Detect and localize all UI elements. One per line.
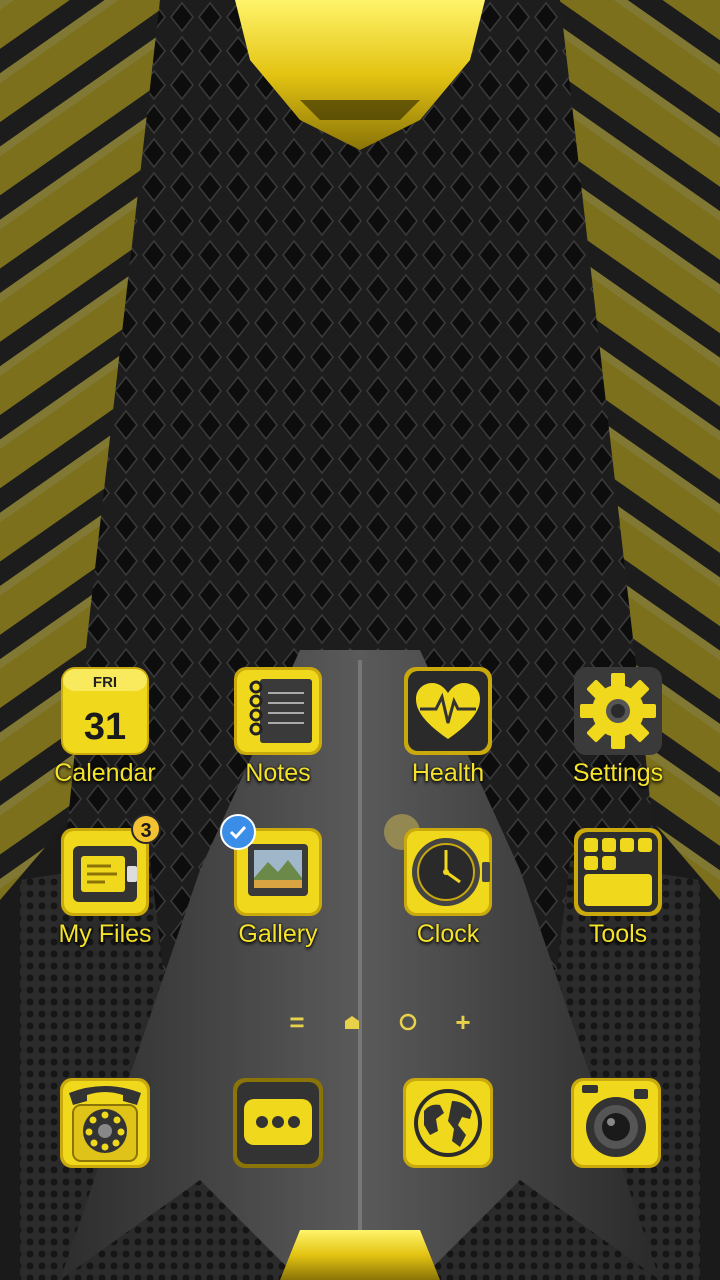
app-tools[interactable]: Tools (533, 826, 703, 976)
calendar-icon: FRI 31 (59, 665, 151, 757)
app-label-tools: Tools (588, 920, 648, 948)
dock-browser[interactable] (400, 1075, 496, 1171)
app-label-calendar: Calendar (54, 759, 156, 787)
calendar-day-number: 31 (84, 706, 126, 748)
dock-phone[interactable] (57, 1075, 153, 1171)
notification-badge: 3 (131, 814, 161, 844)
home-page-icon[interactable] (335, 1006, 369, 1038)
app-label-my-files: My Files (58, 920, 152, 948)
notebook-icon (232, 665, 324, 757)
app-health[interactable]: Health (363, 665, 533, 815)
camera-icon (571, 1078, 661, 1168)
page-indicator: = + (280, 1006, 480, 1038)
app-settings[interactable]: Settings (533, 665, 703, 815)
picture-frame-icon (220, 814, 324, 918)
menu-page-indicator[interactable]: = (280, 1006, 314, 1038)
add-page-button[interactable]: + (446, 1006, 480, 1038)
messages-icon (233, 1078, 323, 1168)
app-label-clock: Clock (416, 920, 480, 948)
selected-check-icon (220, 814, 256, 850)
dock-camera[interactable] (568, 1075, 664, 1171)
folder-icon: 3 (59, 814, 161, 918)
app-notes[interactable]: Notes (193, 665, 363, 815)
globe-icon (403, 1078, 493, 1168)
gear-icon (572, 665, 664, 757)
app-label-notes: Notes (245, 759, 311, 787)
app-gallery[interactable]: Gallery (193, 814, 363, 976)
app-label-gallery: Gallery (238, 920, 318, 948)
rotary-phone-icon (60, 1078, 150, 1168)
tools-grid-icon (572, 826, 664, 918)
app-label-health: Health (411, 759, 485, 787)
dock-messages[interactable] (230, 1075, 326, 1171)
app-clock[interactable]: Clock (363, 826, 533, 976)
app-my-files[interactable]: 3 My Files (20, 814, 190, 976)
clock-icon (402, 826, 494, 918)
app-label-settings: Settings (572, 759, 664, 787)
app-calendar[interactable]: FRI 31 Calendar (20, 665, 190, 815)
heart-pulse-icon (402, 665, 494, 757)
current-page-dot-icon[interactable] (391, 1006, 425, 1038)
calendar-day-name: FRI (93, 674, 117, 691)
